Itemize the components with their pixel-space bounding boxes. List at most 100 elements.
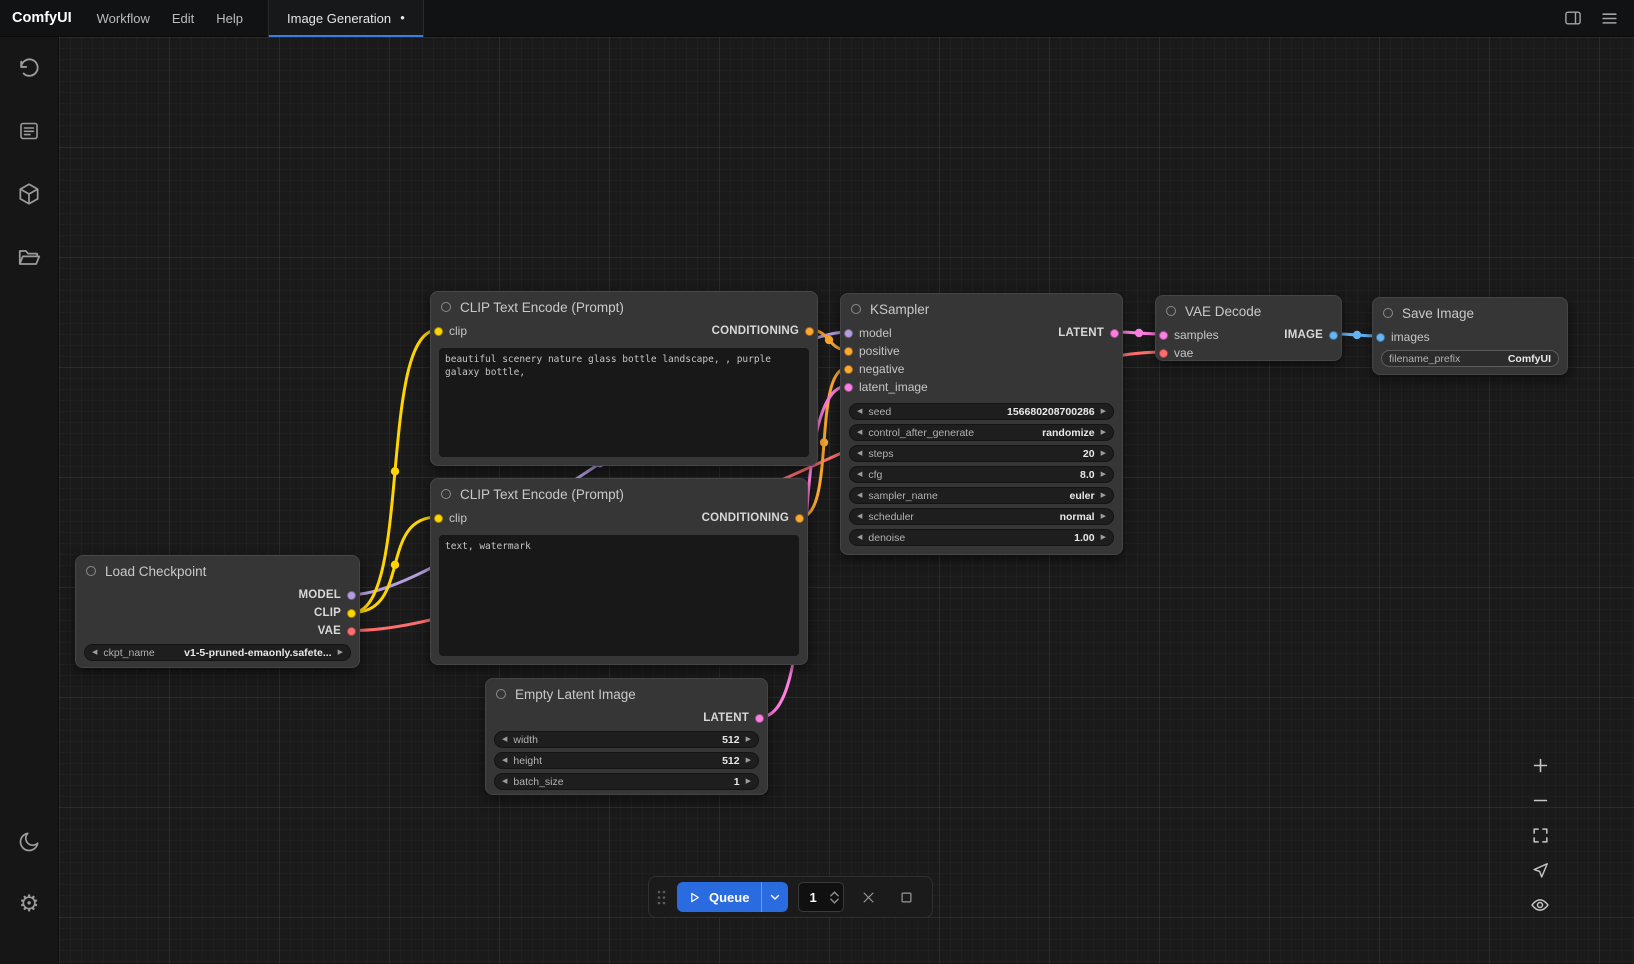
output-port-image[interactable] — [1329, 331, 1338, 340]
settings-button[interactable]: ⚙ — [14, 890, 44, 918]
node-title-bar[interactable]: KSampler — [841, 294, 1122, 324]
sidebar-node-library-button[interactable] — [14, 117, 44, 145]
widget-denoise[interactable]: ◀ denoise 1.00 ▶ — [849, 529, 1114, 546]
increment-arrow-icon[interactable]: ▶ — [338, 649, 343, 656]
node-empty-latent-image[interactable]: Empty Latent Image LATENT ◀ width 512 ▶ … — [485, 678, 768, 795]
spinner-up-icon[interactable] — [830, 891, 839, 897]
output-port-clip[interactable] — [347, 609, 356, 618]
decrement-arrow-icon[interactable]: ◀ — [857, 429, 862, 436]
output-port-conditioning[interactable] — [805, 327, 814, 336]
widget-batch-size[interactable]: ◀ batch_size 1 ▶ — [494, 773, 759, 790]
input-port-latent-image[interactable] — [844, 383, 853, 392]
increment-arrow-icon[interactable]: ▶ — [746, 778, 751, 785]
decrement-arrow-icon[interactable]: ◀ — [502, 778, 507, 785]
theme-toggle-button[interactable] — [14, 828, 44, 856]
select-mode-button[interactable] — [1526, 857, 1554, 883]
widget-seed[interactable]: ◀ seed 156680208700286 ▶ — [849, 403, 1114, 420]
fit-view-button[interactable] — [1526, 822, 1554, 848]
node-clip-text-encode-negative[interactable]: CLIP Text Encode (Prompt) clip CONDITION… — [430, 478, 808, 665]
drag-handle-icon[interactable] — [656, 889, 667, 906]
input-port-negative[interactable] — [844, 365, 853, 374]
node-title-bar[interactable]: CLIP Text Encode (Prompt) — [431, 292, 817, 322]
output-port-conditioning[interactable] — [795, 514, 804, 523]
input-port-positive[interactable] — [844, 347, 853, 356]
decrement-arrow-icon[interactable]: ◀ — [857, 534, 862, 541]
collapse-toggle-icon[interactable] — [1166, 306, 1176, 316]
node-clip-text-encode-positive[interactable]: CLIP Text Encode (Prompt) clip CONDITION… — [430, 291, 818, 466]
zoom-out-button[interactable] — [1526, 787, 1554, 813]
decrement-arrow-icon[interactable]: ◀ — [502, 757, 507, 764]
node-vae-decode[interactable]: VAE Decode samples IMAGE vae — [1155, 295, 1342, 361]
output-port-model[interactable] — [347, 591, 356, 600]
increment-arrow-icon[interactable]: ▶ — [1101, 513, 1106, 520]
output-port-latent[interactable] — [755, 714, 764, 723]
increment-arrow-icon[interactable]: ▶ — [1101, 534, 1106, 541]
widget-filename-prefix[interactable]: filename_prefix ComfyUI — [1381, 350, 1559, 367]
node-title-bar[interactable]: Load Checkpoint — [76, 556, 359, 586]
moon-icon — [17, 830, 41, 854]
batch-count-input[interactable]: 1 — [798, 882, 844, 912]
decrement-arrow-icon[interactable]: ◀ — [857, 450, 862, 457]
input-port-clip[interactable] — [434, 514, 443, 523]
collapse-toggle-icon[interactable] — [86, 566, 96, 576]
decrement-arrow-icon[interactable]: ◀ — [857, 471, 862, 478]
increment-arrow-icon[interactable]: ▶ — [1101, 450, 1106, 457]
input-port-model[interactable] — [844, 329, 853, 338]
decrement-arrow-icon[interactable]: ◀ — [857, 492, 862, 499]
increment-arrow-icon[interactable]: ▶ — [1101, 471, 1106, 478]
node-ksampler[interactable]: KSampler model LATENT positive negative … — [840, 293, 1123, 555]
output-port-vae[interactable] — [347, 627, 356, 636]
widget-sampler-name[interactable]: ◀ sampler_name euler ▶ — [849, 487, 1114, 504]
spinner-down-icon[interactable] — [830, 898, 839, 904]
interrupt-button[interactable] — [892, 883, 920, 911]
sidebar-workflows-button[interactable] — [14, 243, 44, 271]
positive-prompt-textarea[interactable]: beautiful scenery nature glass bottle la… — [439, 348, 809, 457]
output-port-latent[interactable] — [1110, 329, 1119, 338]
collapse-toggle-icon[interactable] — [441, 489, 451, 499]
widget-height[interactable]: ◀ height 512 ▶ — [494, 752, 759, 769]
decrement-arrow-icon[interactable]: ◀ — [857, 513, 862, 520]
decrement-arrow-icon[interactable]: ◀ — [857, 408, 862, 415]
node-title-bar[interactable]: CLIP Text Encode (Prompt) — [431, 479, 807, 509]
zoom-in-button[interactable] — [1526, 752, 1554, 778]
queue-options-dropdown[interactable] — [761, 882, 788, 912]
collapse-toggle-icon[interactable] — [851, 304, 861, 314]
decrement-arrow-icon[interactable]: ◀ — [92, 649, 97, 656]
negative-prompt-textarea[interactable]: text, watermark — [439, 535, 799, 656]
input-port-images[interactable] — [1376, 333, 1385, 342]
collapse-toggle-icon[interactable] — [441, 302, 451, 312]
node-title-bar[interactable]: Save Image — [1373, 298, 1567, 328]
collapse-toggle-icon[interactable] — [496, 689, 506, 699]
main-menu-button[interactable] — [1594, 4, 1624, 32]
node-title-bar[interactable]: VAE Decode — [1156, 296, 1341, 326]
widget-cfg[interactable]: ◀ cfg 8.0 ▶ — [849, 466, 1114, 483]
node-title-bar[interactable]: Empty Latent Image — [486, 679, 767, 709]
increment-arrow-icon[interactable]: ▶ — [1101, 408, 1106, 415]
collapse-toggle-icon[interactable] — [1383, 308, 1393, 318]
widget-control-after-generate[interactable]: ◀ control_after_generate randomize ▶ — [849, 424, 1114, 441]
tab-image-generation[interactable]: Image Generation ● — [269, 0, 424, 37]
input-port-vae[interactable] — [1159, 349, 1168, 358]
input-port-clip[interactable] — [434, 327, 443, 336]
widget-width[interactable]: ◀ width 512 ▶ — [494, 731, 759, 748]
increment-arrow-icon[interactable]: ▶ — [746, 757, 751, 764]
sidebar-model-library-button[interactable] — [14, 180, 44, 208]
increment-arrow-icon[interactable]: ▶ — [1101, 492, 1106, 499]
sidebar-queue-history-button[interactable] — [14, 54, 44, 82]
menu-workflow[interactable]: Workflow — [86, 0, 161, 37]
menu-edit[interactable]: Edit — [161, 0, 205, 37]
node-save-image[interactable]: Save Image images filename_prefix ComfyU… — [1372, 297, 1568, 375]
clear-queue-button[interactable] — [854, 883, 882, 911]
widget-steps[interactable]: ◀ steps 20 ▶ — [849, 445, 1114, 462]
node-load-checkpoint[interactable]: Load Checkpoint MODEL CLIP VAE ◀ ckpt_na… — [75, 555, 360, 668]
panel-toggle-button[interactable] — [1558, 4, 1588, 32]
increment-arrow-icon[interactable]: ▶ — [746, 736, 751, 743]
menu-help[interactable]: Help — [205, 0, 254, 37]
decrement-arrow-icon[interactable]: ◀ — [502, 736, 507, 743]
increment-arrow-icon[interactable]: ▶ — [1101, 429, 1106, 436]
widget-scheduler[interactable]: ◀ scheduler normal ▶ — [849, 508, 1114, 525]
widget-ckpt-name[interactable]: ◀ ckpt_name v1-5-pruned-emaonly.safete..… — [84, 644, 351, 661]
toggle-visibility-button[interactable] — [1526, 892, 1554, 918]
input-port-samples[interactable] — [1159, 331, 1168, 340]
queue-button[interactable]: Queue — [677, 882, 788, 912]
